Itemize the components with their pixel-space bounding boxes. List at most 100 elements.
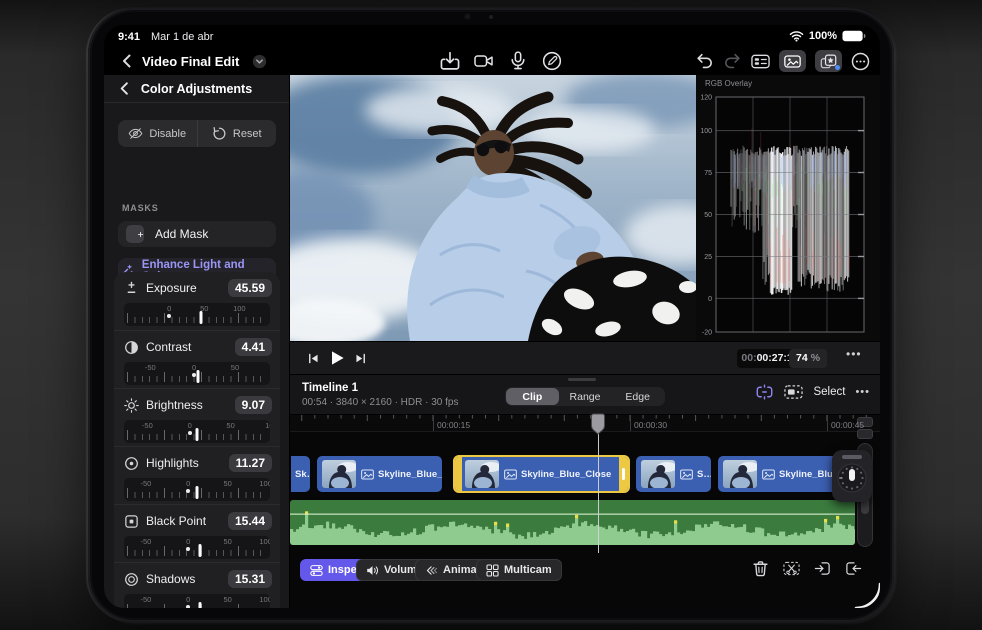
ruler-timestamp: 00:00:45 bbox=[831, 420, 865, 430]
slider-thumb[interactable] bbox=[199, 311, 203, 324]
exposure-icon bbox=[124, 281, 139, 296]
timeline-clip[interactable]: Skyline_Blue_Wide bbox=[316, 455, 443, 493]
inspector-panel-button[interactable] bbox=[751, 52, 770, 71]
corner-page-curl[interactable] bbox=[850, 578, 880, 608]
delete-clip-button[interactable] bbox=[752, 560, 769, 577]
shadows-icon bbox=[124, 572, 139, 587]
slider-zero-dot bbox=[167, 314, 172, 318]
media-browser-icon bbox=[784, 53, 801, 70]
disable-button[interactable]: Disable bbox=[118, 120, 198, 147]
clip-thumbnail bbox=[723, 460, 757, 488]
slider-label: Black Point bbox=[146, 514, 207, 528]
slider-thumb[interactable] bbox=[198, 602, 202, 608]
slider-ruler[interactable]: -50050100 bbox=[124, 536, 270, 559]
svg-text:0: 0 bbox=[708, 296, 712, 303]
media-browser-button[interactable] bbox=[779, 50, 806, 72]
select-tool-label[interactable]: Select bbox=[813, 386, 845, 398]
skip-forward-button[interactable] bbox=[354, 352, 367, 365]
more-options-button[interactable] bbox=[851, 52, 870, 71]
slider-tick-label: 0 bbox=[186, 537, 191, 546]
record-voiceover-button[interactable] bbox=[508, 51, 528, 71]
animate-icon bbox=[425, 564, 438, 577]
video-viewer[interactable] bbox=[290, 75, 696, 341]
slider-contrast: Contrast 4.41 -50050100 bbox=[114, 330, 280, 388]
slider-ruler[interactable]: -50050100 bbox=[124, 362, 270, 385]
slider-value[interactable]: 11.27 bbox=[228, 454, 272, 472]
photo-icon bbox=[680, 469, 693, 480]
timeline-ruler[interactable] bbox=[290, 415, 880, 432]
trim-handle-left[interactable] bbox=[455, 457, 462, 491]
slider-thumb[interactable] bbox=[198, 544, 202, 557]
reset-icon bbox=[212, 126, 227, 141]
jog-grip[interactable] bbox=[842, 455, 862, 459]
split-clip-button[interactable] bbox=[783, 560, 800, 577]
effects-badge bbox=[835, 65, 840, 70]
clip-select-button[interactable] bbox=[784, 384, 804, 400]
redo-button[interactable] bbox=[723, 52, 742, 71]
project-title[interactable]: Video Final Edit bbox=[142, 54, 239, 69]
timeline-drag-handle[interactable] bbox=[568, 378, 596, 381]
ruler-tick bbox=[827, 415, 828, 431]
jog-wheel[interactable] bbox=[832, 450, 872, 502]
timeline-clip[interactable]: Sk… bbox=[290, 455, 311, 493]
mode-clip[interactable]: Clip bbox=[506, 388, 559, 405]
track-height-control-lower[interactable] bbox=[857, 429, 873, 439]
effects-browser-button[interactable] bbox=[815, 50, 842, 72]
mode-edge[interactable]: Edge bbox=[611, 388, 664, 405]
edit-mode-segmented-control: Clip Range Edge bbox=[505, 387, 665, 406]
multicam-button[interactable]: Multicam bbox=[476, 559, 562, 581]
connect-clips-button[interactable] bbox=[755, 384, 774, 400]
timeline-clip[interactable]: Skyline_Blue_Close bbox=[453, 455, 630, 493]
photo-icon bbox=[504, 469, 517, 480]
mode-range[interactable]: Range bbox=[559, 388, 612, 405]
plus-icon bbox=[137, 229, 144, 240]
audio-track[interactable] bbox=[290, 500, 855, 545]
slider-thumb[interactable] bbox=[195, 428, 199, 441]
slider-thumb[interactable] bbox=[196, 370, 200, 383]
trim-handle-right[interactable] bbox=[619, 457, 628, 491]
clip-label: Skyline_Blue_Wide bbox=[378, 468, 442, 480]
viewer-zoom-level[interactable]: 74% bbox=[789, 349, 828, 368]
slider-tick-label: 50 bbox=[223, 595, 232, 604]
timeline-more-button[interactable]: ••• bbox=[855, 386, 870, 398]
slider-tick-label: 100 bbox=[259, 537, 270, 546]
svg-text:25: 25 bbox=[704, 254, 712, 261]
slider-zero-dot bbox=[187, 431, 192, 435]
undo-button[interactable] bbox=[695, 52, 714, 71]
camera-button[interactable] bbox=[474, 51, 494, 71]
light-sliders-group: Exposure 45.59 0 50 100 Contrast 4.41 -50 0… bbox=[114, 272, 280, 608]
insert-before-button[interactable] bbox=[814, 560, 831, 577]
title-disclosure-icon[interactable] bbox=[252, 54, 267, 69]
slider-label: Brightness bbox=[146, 398, 203, 412]
slider-ruler[interactable]: -50050100 bbox=[124, 420, 270, 443]
slider-ruler[interactable]: -50050100 bbox=[124, 478, 270, 501]
slider-value[interactable]: 45.59 bbox=[227, 279, 272, 297]
slider-ruler[interactable]: 0 50 100 bbox=[124, 303, 270, 326]
insert-after-button[interactable] bbox=[845, 560, 862, 577]
viewer-more-button[interactable]: ••• bbox=[846, 347, 862, 361]
playhead-handle[interactable] bbox=[591, 413, 605, 435]
clip-thumbnail bbox=[465, 460, 499, 488]
app-screen: 9:41 Mar 1 de abr 100% Video Final Edit bbox=[104, 25, 880, 608]
slider-thumb[interactable] bbox=[195, 486, 199, 499]
photo-backdrop: 9:41 Mar 1 de abr 100% Video Final Edit bbox=[0, 0, 982, 630]
slider-ruler[interactable]: -50050100 bbox=[124, 594, 270, 608]
back-button[interactable] bbox=[118, 52, 136, 70]
jog-dial[interactable] bbox=[832, 461, 872, 501]
skip-back-button[interactable] bbox=[307, 352, 320, 365]
timeline-clip[interactable]: S… bbox=[635, 455, 712, 493]
slider-value[interactable]: 9.07 bbox=[234, 396, 272, 414]
play-button[interactable] bbox=[328, 349, 346, 367]
import-media-button[interactable] bbox=[440, 51, 460, 71]
add-mask-button[interactable]: Add Mask bbox=[118, 221, 276, 247]
slider-value[interactable]: 15.31 bbox=[227, 570, 272, 588]
ipad-device: 9:41 Mar 1 de abr 100% Video Final Edit bbox=[88, 8, 894, 622]
pencil-tools-button[interactable] bbox=[542, 51, 562, 71]
app-toolbar: Video Final Edit bbox=[104, 48, 880, 75]
ruler-tick bbox=[630, 415, 631, 431]
slider-value[interactable]: 4.41 bbox=[234, 338, 272, 356]
slider-value[interactable]: 15.44 bbox=[227, 512, 272, 530]
slider-tick-label: 0 bbox=[186, 479, 191, 488]
reset-label: Reset bbox=[232, 127, 262, 140]
reset-button[interactable]: Reset bbox=[198, 120, 277, 147]
